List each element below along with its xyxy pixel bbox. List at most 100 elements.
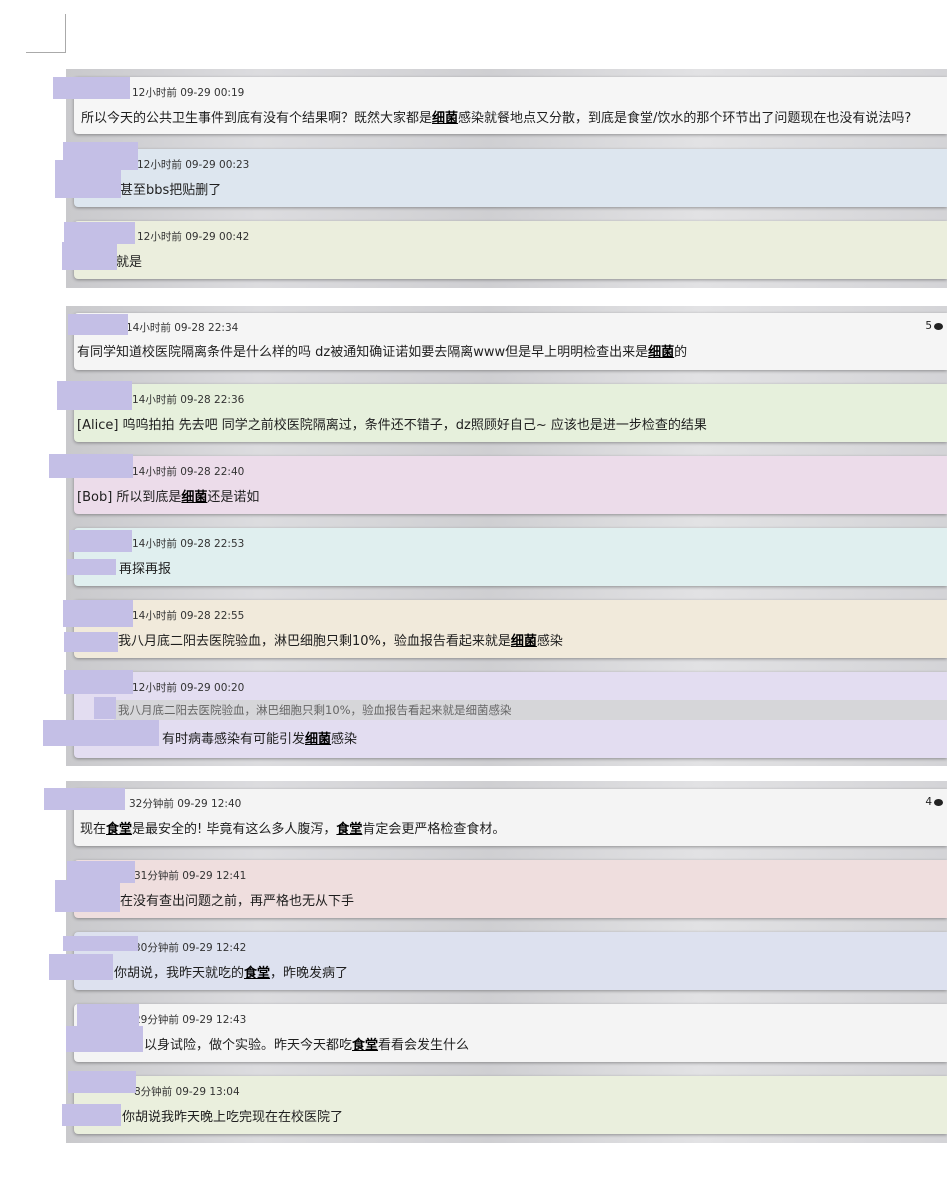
crop-corner-mark <box>26 14 66 53</box>
reply-text: 你胡说，我昨天就吃的食堂，昨晚发病了 <box>114 962 348 981</box>
text-span: 是最安全的! 毕竟有这么多人腹泻， <box>132 822 337 837</box>
reply-meta-time: 14小时前 09-28 22:40 <box>132 466 245 478</box>
redacted-avatar <box>67 559 116 575</box>
redacted-avatar <box>64 632 118 652</box>
redacted-username <box>63 600 133 627</box>
post-card[interactable]: 12小时前 09-29 00:19 所以今天的公共卫生事件到底有没有个结果啊？既… <box>74 77 947 134</box>
reply-card[interactable]: 30分钟前 09-29 12:42 你胡说，我昨天就吃的食堂，昨晚发病了 <box>74 932 947 990</box>
text-span: 感染 <box>536 634 563 649</box>
redacted-avatar <box>43 720 159 746</box>
reply-count-value: 4 <box>925 796 932 808</box>
reply-text: 有时病毒感染有可能引发细菌感染 <box>162 728 357 747</box>
reply-card[interactable]: 31分钟前 09-29 12:41 在没有查出问题之前，再严格也无从下手 <box>74 860 947 918</box>
reply-card[interactable]: 8分钟前 09-29 13:04 你胡说我昨天晚上吃完现在在校医院了 <box>74 1076 947 1134</box>
keyword-highlight[interactable]: 细菌 <box>432 111 458 126</box>
redacted-avatar <box>66 1026 143 1052</box>
redacted-username <box>63 936 138 951</box>
text-span: 现在 <box>80 822 107 837</box>
reply-card[interactable]: 29分钟前 09-29 12:43 以身试险，做个实验。昨天今天都吃食堂看看会发… <box>74 1004 947 1062</box>
reply-count[interactable]: 4 <box>925 796 943 808</box>
redacted-avatar <box>55 160 121 198</box>
reply-meta-time: 12小时前 09-29 00:42 <box>137 231 250 243</box>
reply-card[interactable]: 12小时前 09-29 00:20 我八月底二阳去医院验血，淋巴细胞只剩10%，… <box>74 672 947 758</box>
redacted-username <box>68 1071 136 1093</box>
reply-meta-time: 31分钟前 09-29 12:41 <box>134 870 247 882</box>
reply-meta-time: 14小时前 09-28 22:55 <box>132 610 245 622</box>
text-span: 看看会发生什么 <box>378 1038 470 1053</box>
thread-1: 12小时前 09-29 00:19 所以今天的公共卫生事件到底有没有个结果啊？既… <box>66 69 947 288</box>
keyword-highlight[interactable]: 细菌 <box>305 732 331 747</box>
text-span: 感染 <box>331 732 358 747</box>
reply-text: 就是 <box>116 255 143 270</box>
reply-meta-time: 12小时前 09-29 00:23 <box>137 159 250 171</box>
redacted-username <box>44 788 125 810</box>
reply-card[interactable]: 12小时前 09-29 00:23 甚至bbs把贴删了 <box>74 149 947 207</box>
reply-meta-time: 14小时前 09-28 22:36 <box>132 394 245 406</box>
reply-count[interactable]: 5 <box>925 320 943 332</box>
reply-meta-time: 8分钟前 09-29 13:04 <box>134 1086 240 1098</box>
post-card[interactable]: 32分钟前 09-29 12:40 4 现在食堂是最安全的! 毕竟有这么多人腹泻… <box>74 789 947 846</box>
reply-card[interactable]: 12小时前 09-29 00:42 就是 <box>74 221 947 279</box>
redacted-username <box>77 1004 139 1026</box>
reply-count-value: 5 <box>925 320 932 332</box>
text-span: 你胡说，我昨天就吃的 <box>114 966 245 981</box>
redacted-username <box>49 454 133 478</box>
redacted-username <box>57 381 132 410</box>
keyword-highlight[interactable]: 细菌 <box>511 634 537 649</box>
reply-card[interactable]: 14小时前 09-28 22:40 [Bob] 所以到底是细菌还是诺如 <box>74 456 947 514</box>
text-span: 以身试险，做个实验。昨天今天都吃 <box>144 1038 353 1053</box>
keyword-highlight[interactable]: 食堂 <box>336 822 362 837</box>
redacted-avatar <box>55 880 120 912</box>
reply-meta-time: 12小时前 09-29 00:20 <box>132 682 245 694</box>
reply-text: 再探再报 <box>119 562 172 577</box>
post-text: 所以今天的公共卫生事件到底有没有个结果啊？既然大家都是细菌感染就餐地点又分散，到… <box>81 107 911 126</box>
post-meta-time: 12小时前 09-29 00:19 <box>132 87 245 99</box>
thread-2: 14小时前 09-28 22:34 5 有同学知道校医院隔离条件是什么样的吗 d… <box>66 306 947 766</box>
keyword-highlight[interactable]: 细菌 <box>181 490 207 505</box>
text-span: ，昨晚发病了 <box>270 966 349 981</box>
speech-bubble-icon <box>934 798 943 806</box>
text-span: 我八月底二阳去医院验血，淋巴细胞只剩10%，验血报告看起来就是 <box>118 634 511 649</box>
text-span: 的 <box>674 345 688 360</box>
speech-bubble-icon <box>934 322 943 330</box>
reply-text: 以身试险，做个实验。昨天今天都吃食堂看看会发生什么 <box>144 1034 469 1053</box>
reply-meta-time: 14小时前 09-28 22:53 <box>132 538 245 550</box>
redacted-username <box>68 314 128 335</box>
text-span: 所以今天的公共卫生事件到底有没有个结果啊？既然大家都是 <box>81 111 433 126</box>
reply-text: 我八月底二阳去医院验血，淋巴细胞只剩10%，验血报告看起来就是细菌感染 <box>118 630 563 649</box>
quoted-reply: 我八月底二阳去医院验血，淋巴细胞只剩10%，验血报告看起来就是细菌感染 <box>114 700 947 720</box>
text-span: 有同学知道校医院隔离条件是什么样的吗 dz被通知确证诺如要去隔离www但是早上明… <box>77 345 649 360</box>
keyword-highlight[interactable]: 食堂 <box>352 1038 378 1053</box>
redacted-avatar <box>94 697 116 719</box>
redacted-username <box>69 530 132 552</box>
reply-text: [Bob] 所以到底是细菌还是诺如 <box>77 486 259 505</box>
redacted-username <box>64 222 135 244</box>
text-span: 肯定会更严格检查食材。 <box>362 822 506 837</box>
keyword-highlight[interactable]: 食堂 <box>244 966 270 981</box>
reply-text: 在没有查出问题之前，再严格也无从下手 <box>120 894 355 909</box>
post-card[interactable]: 14小时前 09-28 22:34 5 有同学知道校医院隔离条件是什么样的吗 d… <box>74 313 947 370</box>
reply-text: 你胡说我昨天晚上吃完现在在校医院了 <box>122 1110 344 1125</box>
redacted-avatar <box>62 1104 121 1126</box>
reply-card[interactable]: 14小时前 09-28 22:36 [Alice] 呜呜拍拍 先去吧 同学之前校… <box>74 384 947 442</box>
redacted-avatar <box>62 242 117 270</box>
redacted-avatar <box>49 954 113 980</box>
post-text: 有同学知道校医院隔离条件是什么样的吗 dz被通知确证诺如要去隔离www但是早上明… <box>77 341 687 360</box>
text-span: 有时病毒感染有可能引发 <box>162 732 306 747</box>
redacted-username <box>53 77 130 99</box>
post-meta-time: 14小时前 09-28 22:34 <box>126 322 239 334</box>
thread-3: 32分钟前 09-29 12:40 4 现在食堂是最安全的! 毕竟有这么多人腹泻… <box>66 781 947 1143</box>
reply-card[interactable]: 14小时前 09-28 22:55 我八月底二阳去医院验血，淋巴细胞只剩10%，… <box>74 600 947 658</box>
text-span: 还是诺如 <box>207 490 260 505</box>
keyword-highlight[interactable]: 食堂 <box>106 822 132 837</box>
reply-meta-time: 29分钟前 09-29 12:43 <box>134 1014 247 1026</box>
reply-text: 甚至bbs把贴删了 <box>120 183 222 198</box>
reply-card[interactable]: 14小时前 09-28 22:53 再探再报 <box>74 528 947 586</box>
redacted-username <box>64 670 133 694</box>
text-span: [Bob] 所以到底是 <box>77 490 182 505</box>
text-span: 感染就餐地点又分散，到底是食堂/饮水的那个环节出了问题现在也没有说法吗? <box>458 111 912 126</box>
reply-text: [Alice] 呜呜拍拍 先去吧 同学之前校医院隔离过，条件还不错子，dz照顾好… <box>77 418 707 433</box>
post-text: 现在食堂是最安全的! 毕竟有这么多人腹泻，食堂肯定会更严格检查食材。 <box>80 818 505 837</box>
keyword-highlight[interactable]: 细菌 <box>648 345 674 360</box>
post-meta-time: 32分钟前 09-29 12:40 <box>129 798 242 810</box>
